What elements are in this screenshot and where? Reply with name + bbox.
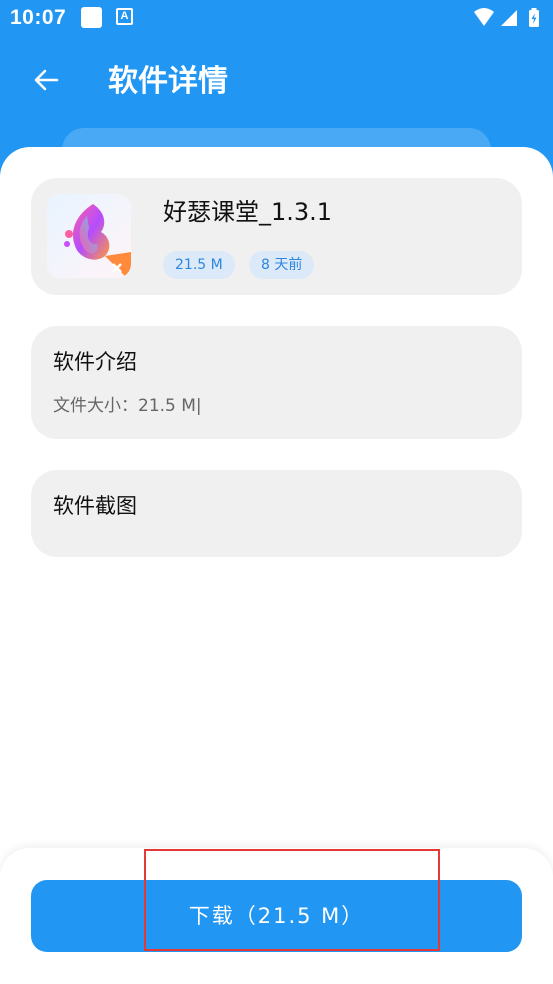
battery-charging-icon [529,8,539,27]
update-time-tag: 8 天前 [249,251,315,279]
screenshots-title: 软件截图 [53,494,137,518]
system-icons [473,6,543,30]
size-tag: 21.5 M [163,251,235,279]
wifi-icon [474,8,494,26]
file-size-text: 文件大小：21.5 M| [53,396,202,416]
arrow-left-icon [32,66,60,98]
app-notification-icon [81,7,102,28]
navigation-bar: 软件详情 [0,50,553,116]
app-info-card: 好瑟课堂_1.3.1 21.5 M 8 天前 [31,178,522,295]
app-name: 好瑟课堂_1.3.1 [163,198,333,226]
page-title: 软件详情 [108,64,228,99]
cellular-signal-icon [501,10,517,26]
download-button[interactable]: 下载（21.5 M） [31,880,522,952]
status-bar: 10:07 A [0,0,553,38]
screenshots-card: 软件截图 [31,470,522,557]
back-button[interactable] [22,62,70,102]
font-a-icon: A [116,8,133,25]
status-time: 10:07 [10,6,67,29]
app-logo-icon [47,194,131,278]
intro-title: 软件介绍 [53,350,137,374]
intro-card: 软件介绍 文件大小：21.5 M| [31,326,522,439]
